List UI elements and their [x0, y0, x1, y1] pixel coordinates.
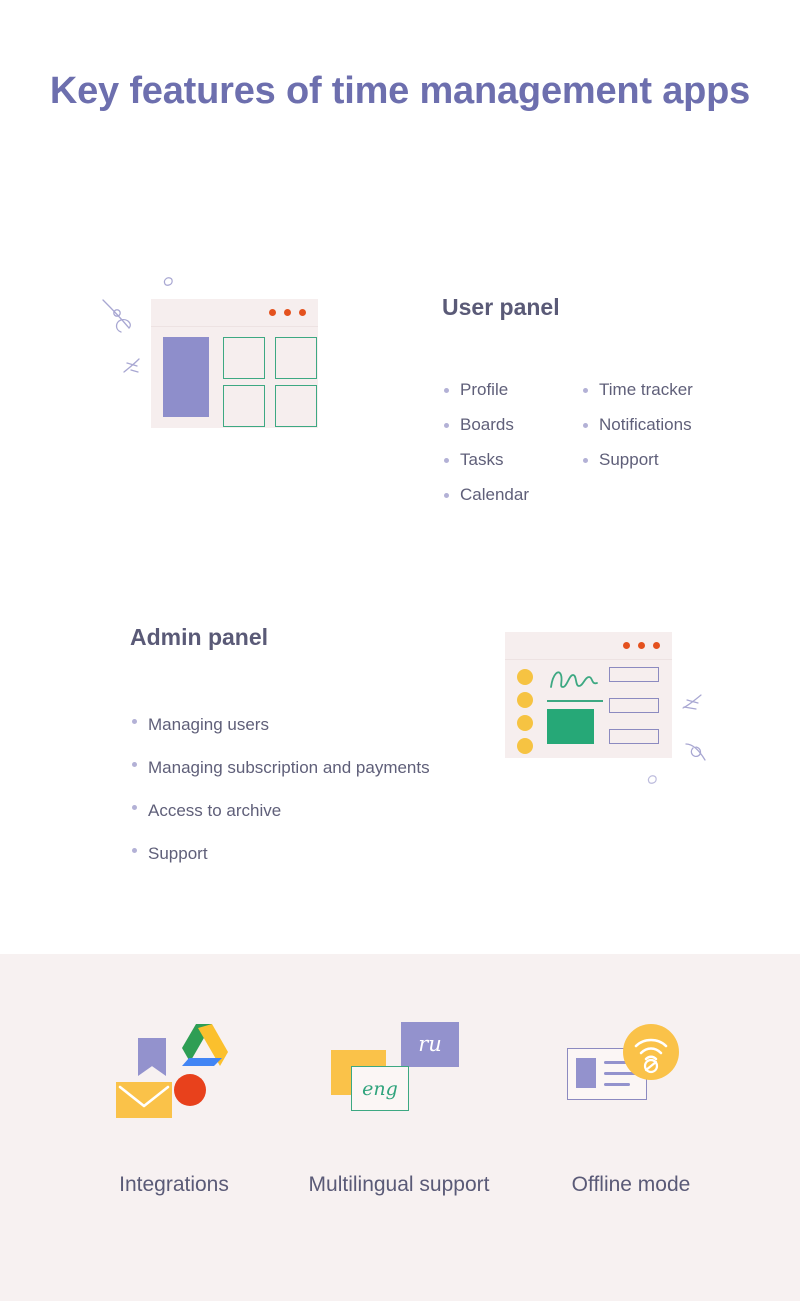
doodle-arrow-mark-icon: [682, 694, 702, 710]
list-item: Managing subscription and payments: [130, 746, 430, 789]
window-dot-3-icon: [653, 642, 660, 649]
window-dot-1-icon: [623, 642, 630, 649]
admin-panel-list: Managing users Managing subscription and…: [130, 703, 430, 875]
bookmark-icon: [138, 1038, 166, 1076]
avatar-circle-1-icon: [517, 669, 533, 685]
feature-integrations: Integrations: [54, 954, 294, 1201]
green-divider-line: [547, 700, 603, 702]
doodle-curl-icon: [685, 743, 706, 761]
list-item: Tasks: [442, 442, 529, 477]
feature-label: Integrations: [119, 1173, 229, 1196]
card-text-line-3: [604, 1083, 630, 1086]
doodle-small-circle-icon: [163, 277, 173, 286]
window-titlebar: [151, 299, 318, 327]
grid-square-3: [223, 385, 265, 427]
page-title: Key features of time management apps: [49, 70, 751, 112]
red-circle-icon: [174, 1074, 206, 1106]
list-row-2: [609, 698, 659, 713]
grid-square-4: [275, 385, 317, 427]
feature-label: Offline mode: [571, 1173, 691, 1196]
window-dot-2-icon: [638, 642, 645, 649]
wifi-off-icon: [634, 1038, 668, 1074]
window-dot-2-icon: [284, 309, 291, 316]
handwriting-squiggle-icon: [550, 671, 598, 688]
wifi-off-badge: [623, 1024, 679, 1080]
user-panel-illustration: [95, 266, 335, 446]
language-card-ru: ru: [401, 1022, 459, 1067]
feature-multilingual-support: ru eng Multilingual support: [279, 954, 519, 1201]
admin-panel-window: [505, 632, 672, 758]
list-item: Managing users: [130, 703, 430, 746]
list-item: Profile: [442, 372, 529, 407]
page-root: Key features of time management apps Use…: [0, 0, 800, 1301]
doodle-swirl-icon: [102, 299, 131, 333]
grid-square-1: [223, 337, 265, 379]
avatar-circle-3-icon: [517, 715, 533, 731]
list-row-3: [609, 729, 659, 744]
features-band: Integrations ru eng Multilingual support: [0, 954, 800, 1301]
list-item: Calendar: [442, 477, 529, 512]
window-body: [163, 337, 317, 427]
card-thumbnail: [576, 1058, 596, 1088]
user-panel-heading: User panel: [442, 294, 560, 320]
sidebar-block: [163, 337, 209, 417]
offline-illustration: [511, 1000, 751, 1150]
window-dot-3-icon: [299, 309, 306, 316]
list-item: Access to archive: [130, 789, 430, 832]
list-row-1: [609, 667, 659, 682]
window-body: [505, 661, 672, 758]
window-titlebar: [505, 632, 672, 660]
admin-panel-heading: Admin panel: [130, 624, 269, 650]
window-dot-1-icon: [269, 309, 276, 316]
integrations-illustration: [54, 1000, 294, 1150]
feature-offline-mode: Offline mode: [511, 954, 751, 1201]
google-drive-icon: [182, 1024, 228, 1066]
feature-label: Multilingual support: [308, 1173, 490, 1196]
language-card-eng: eng: [351, 1066, 409, 1111]
user-panel-list-column-1: Profile Boards Tasks Calendar: [442, 372, 529, 512]
window-dots: [269, 309, 306, 316]
user-panel-list-column-2: Time tracker Notifications Support: [581, 372, 693, 477]
admin-panel-illustration: [495, 620, 735, 805]
user-panel-window: [151, 299, 318, 428]
avatar-circle-4-icon: [517, 738, 533, 754]
list-item: Notifications: [581, 407, 693, 442]
list-item: Time tracker: [581, 372, 693, 407]
list-item: Support: [581, 442, 693, 477]
doodle-f-mark-icon: [123, 358, 140, 373]
window-dots: [623, 642, 660, 649]
grid-square-2: [275, 337, 317, 379]
envelope-icon: [116, 1082, 172, 1118]
list-item: Support: [130, 832, 430, 875]
doodle-small-circle-icon: [647, 775, 657, 784]
list-item: Boards: [442, 407, 529, 442]
green-content-block: [547, 709, 594, 744]
multilingual-illustration: ru eng: [279, 1000, 519, 1150]
avatar-circle-2-icon: [517, 692, 533, 708]
